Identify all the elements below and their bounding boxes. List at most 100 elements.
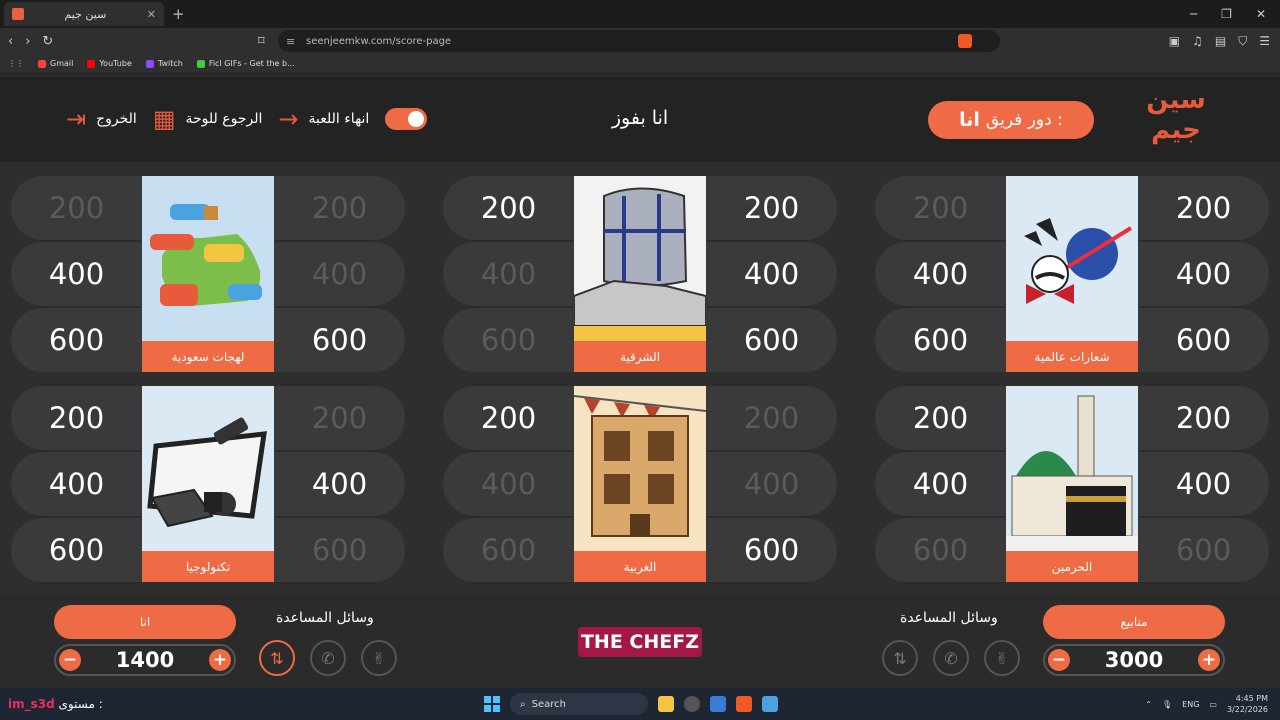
question-left-400[interactable]: 400 [875, 452, 1006, 516]
minimize-icon[interactable]: ─ [1190, 7, 1197, 21]
exit-link[interactable]: الخروج [96, 111, 137, 127]
music-icon[interactable]: ♫ [1192, 34, 1203, 49]
question-right-200[interactable]: 200 [1138, 386, 1269, 450]
menu-icon[interactable]: ☰ [1259, 34, 1270, 49]
question-right-200[interactable]: 200 [1138, 176, 1269, 240]
app-icon[interactable] [762, 696, 778, 712]
chevron-up-icon[interactable]: ⌃ [1145, 700, 1152, 709]
apps-icon[interactable]: ⋮⋮ [8, 59, 24, 68]
question-left-200[interactable]: 200 [443, 386, 574, 450]
plus-icon[interactable]: + [1197, 649, 1220, 671]
victory-hand-icon[interactable]: ✌ [984, 640, 1020, 676]
category-illustration [142, 176, 274, 341]
bookmark-ficl[interactable]: Ficl GIFs - Get the b... [196, 59, 295, 68]
sidebar-icon[interactable]: ▣ [1169, 34, 1180, 49]
bookmark-icon[interactable]: ⌑ [258, 34, 265, 49]
question-left-200[interactable]: 200 [11, 386, 142, 450]
bookmark-twitch[interactable]: Twitch [145, 59, 183, 68]
category-block: 200 200 400 400 600 600 شعارات عالمية [875, 176, 1269, 372]
site-info-icon[interactable]: ≡ [286, 35, 295, 48]
windows-start-icon[interactable] [484, 696, 500, 712]
question-left-600[interactable]: 600 [11, 518, 142, 582]
category-name: لهجات سعودية [142, 341, 274, 372]
file-explorer-icon[interactable] [658, 696, 674, 712]
brave-shields-icon[interactable] [958, 34, 972, 48]
toolbar-icons: ▣ ♫ ▤ ⛉ ☰ [1169, 34, 1270, 49]
phone-icon[interactable]: ✆ [310, 640, 346, 676]
url-text: seenjeemkw.com/score-page [306, 35, 452, 47]
question-left-200[interactable]: 200 [875, 386, 1006, 450]
minus-icon[interactable]: − [59, 649, 81, 671]
category-illustration [1006, 176, 1138, 341]
question-right-400[interactable]: 400 [1138, 452, 1269, 516]
game-page: سين جيم انا دور فريق : انا بفوز ⇥ الخروج… [0, 77, 1280, 688]
question-right-200: 200 [743, 401, 800, 435]
shield-icon[interactable]: ⛉ [1238, 34, 1247, 49]
category-card: الشرقية [574, 176, 706, 372]
team1-name-button[interactable]: انا [54, 605, 236, 639]
end-game-link[interactable]: انهاء اللعبة [309, 111, 370, 127]
tab-title: سين جيم [64, 7, 107, 21]
team2-name-button[interactable]: متابيع [1043, 605, 1225, 639]
category-name: الحرمين [1006, 551, 1138, 582]
question-left-600[interactable]: 600 [11, 308, 142, 372]
question-left-600[interactable]: 600 [875, 308, 1006, 372]
swap-icon[interactable]: ⇅ [259, 640, 295, 676]
browser-tab[interactable]: سين جيم ✕ [4, 2, 164, 26]
question-left-400[interactable]: 400 [11, 452, 142, 516]
exit-icon[interactable]: ⇥ [66, 105, 86, 133]
question-right-600[interactable]: 600 [706, 518, 837, 582]
swap-icon[interactable]: ⇅ [882, 640, 918, 676]
victory-hand-icon[interactable]: ✌ [361, 640, 397, 676]
search-label: Search [531, 698, 566, 710]
language[interactable]: ENG [1182, 700, 1199, 709]
back-icon[interactable]: ‹ [8, 34, 13, 49]
team2-score-value: 3000 [1104, 648, 1164, 672]
back-to-board-link[interactable]: الرجوع للوحة [186, 111, 263, 127]
new-tab-button[interactable]: + [172, 5, 185, 23]
app-icon[interactable] [684, 696, 700, 712]
question-right-400[interactable]: 400 [706, 242, 837, 306]
category-illustration [574, 386, 706, 551]
browser-tab-bar: سين جيم ✕ + ─ ❐ ✕ [0, 0, 1280, 28]
arrow-right-icon[interactable]: → [278, 105, 298, 133]
question-left-200[interactable]: 200 [443, 176, 574, 240]
board-grid-icon[interactable]: ▦ [153, 105, 176, 133]
forward-icon[interactable]: › [25, 34, 30, 49]
wallet-icon[interactable]: ▤ [1215, 34, 1226, 49]
bookmark-gmail[interactable]: Gmail [38, 59, 73, 68]
question-right-400[interactable]: 400 [1138, 242, 1269, 306]
brave-browser-icon[interactable] [736, 696, 752, 712]
question-right-600[interactable]: 600 [706, 308, 837, 372]
url-field[interactable]: ≡ seenjeemkw.com/score-page [278, 30, 1000, 52]
mic-icon[interactable]: 🎙 [1162, 700, 1172, 709]
close-tab-icon[interactable]: ✕ [147, 8, 156, 21]
minus-icon[interactable]: − [1048, 649, 1070, 671]
reload-icon[interactable]: ↻ [42, 34, 53, 49]
maximize-icon[interactable]: ❐ [1221, 7, 1232, 21]
category-block: 200 200 400 400 600 600 لهجات سعودية [11, 176, 405, 372]
question-right-400[interactable]: 400 [274, 452, 405, 516]
taskbar-search[interactable]: ⌕ Search [510, 693, 648, 715]
window-controls: ─ ❐ ✕ [1190, 7, 1266, 21]
app-icon[interactable] [710, 696, 726, 712]
bookmark-youtube[interactable]: YouTube [87, 59, 132, 68]
question-right-600[interactable]: 600 [1138, 308, 1269, 372]
plus-icon[interactable]: + [208, 649, 231, 671]
question-right-200: 200 [311, 191, 368, 225]
question-left-400[interactable]: 400 [11, 242, 142, 306]
question-right-200[interactable]: 200 [706, 176, 837, 240]
turn-team: انا [959, 109, 980, 131]
bookmarks-bar: ⋮⋮ Gmail YouTube Twitch Ficl GIFs - Get … [0, 54, 1280, 74]
clock[interactable]: 4:45 PM 3/22/2026 [1227, 693, 1268, 715]
score-footer: انا − 1400 + وسائل المساعدة ⇅ ✆ ✌ THE CH… [0, 594, 1280, 688]
team1-score: − 1400 + [54, 644, 236, 676]
question-right-600[interactable]: 600 [274, 308, 405, 372]
end-game-toggle[interactable] [385, 108, 428, 130]
network-icon[interactable]: ▭ [1209, 700, 1217, 709]
category-block: 200 200 400 400 600 600 تكنولوجيا [11, 386, 405, 582]
question-left-400[interactable]: 400 [875, 242, 1006, 306]
category-name: الشرقية [574, 341, 706, 372]
close-window-icon[interactable]: ✕ [1256, 7, 1266, 21]
phone-icon[interactable]: ✆ [933, 640, 969, 676]
